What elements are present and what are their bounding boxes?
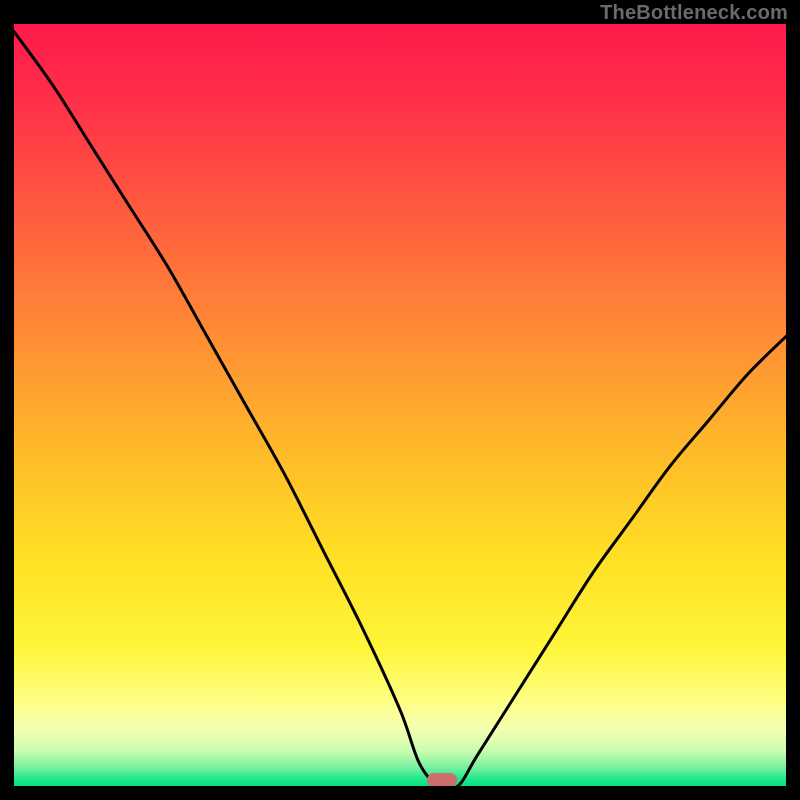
bottleneck-curve — [14, 24, 786, 786]
optimal-marker — [427, 773, 457, 786]
chart-plot-area — [14, 24, 786, 786]
chart-frame: TheBottleneck.com — [0, 0, 800, 800]
watermark-text: TheBottleneck.com — [600, 2, 788, 25]
